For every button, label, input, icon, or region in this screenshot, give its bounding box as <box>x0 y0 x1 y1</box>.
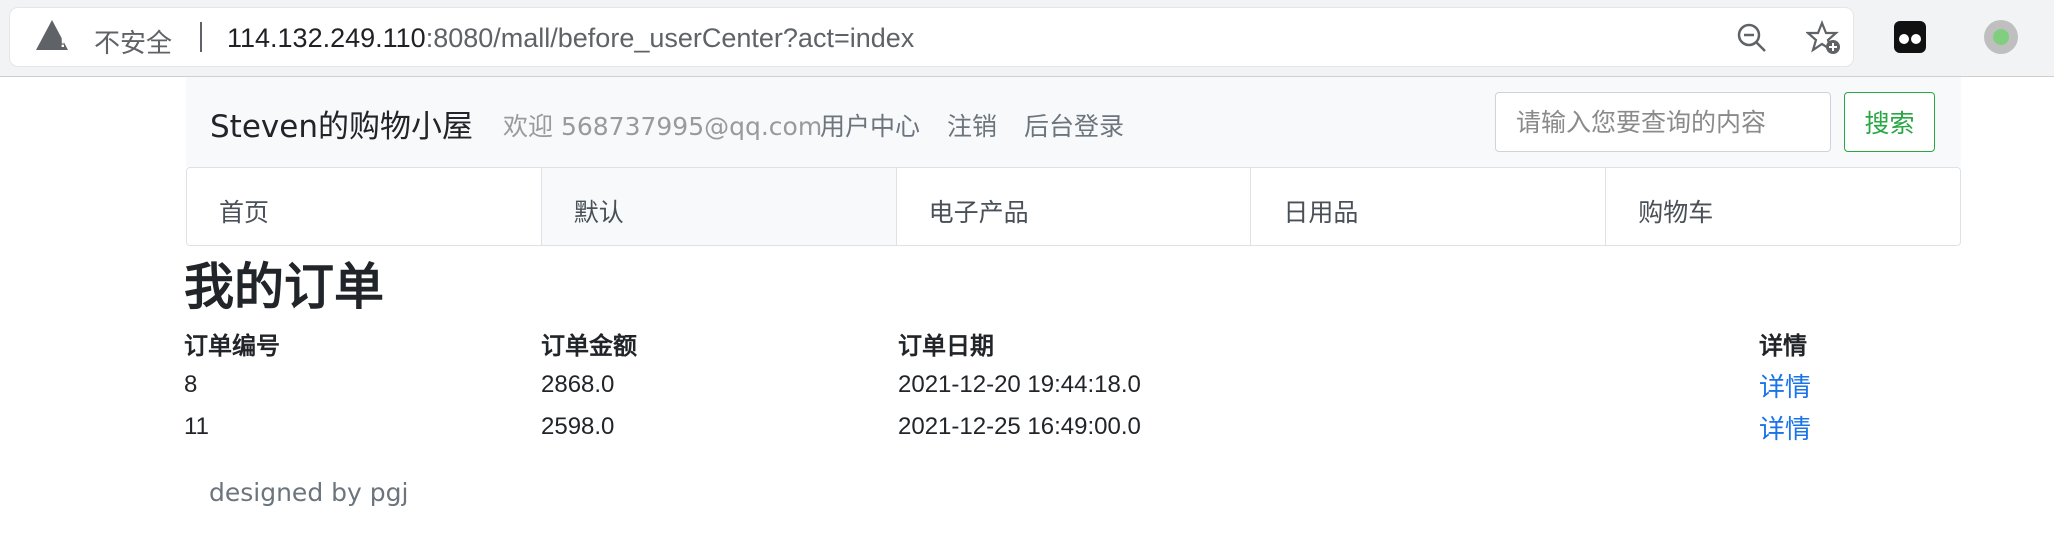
insecure-label[interactable]: 不安全 <box>94 23 172 60</box>
tab-cart[interactable]: 购物车 <box>1606 168 1960 245</box>
nav-logout[interactable]: 注销 <box>947 107 997 143</box>
bookmark-star-icon[interactable] <box>1806 20 1842 56</box>
extension-icon[interactable] <box>1894 21 1926 53</box>
welcome-text: 欢迎 568737995@qq.com <box>503 112 823 141</box>
site-navbar: Steven的购物小屋 欢迎 568737995@qq.com 用户中心 注销 … <box>186 77 1961 167</box>
tab-home[interactable]: 首页 <box>187 168 542 245</box>
url-path: :8080/mall/before_userCenter?act=index <box>425 23 915 53</box>
order-id: 11 <box>184 413 209 440</box>
order-id: 8 <box>184 371 198 398</box>
warning-icon-mark: ! <box>60 32 66 51</box>
column-header-date: 订单日期 <box>898 332 994 360</box>
order-amount: 2868.0 <box>541 371 615 398</box>
footer-credit: designed by pgj <box>209 478 409 507</box>
page-title: 我的订单 <box>184 258 384 316</box>
category-tabs: 首页 默认 电子产品 日用品 购物车 <box>186 167 1961 246</box>
orders-table: 订单编号 订单金额 订单日期 详情 8 2868.0 2021-12-20 19… <box>184 322 1884 448</box>
column-header-order-id: 订单编号 <box>184 332 280 360</box>
browser-toolbar: ! 不安全 114.132.249.110:8080/mall/before_u… <box>0 0 2054 77</box>
url-text[interactable]: 114.132.249.110:8080/mall/before_userCen… <box>227 23 914 54</box>
column-header-amount: 订单金额 <box>541 332 637 360</box>
table-header-row: 订单编号 订单金额 订单日期 详情 <box>184 322 1884 364</box>
order-amount: 2598.0 <box>541 413 615 440</box>
column-header-detail: 详情 <box>1759 332 1807 360</box>
table-row: 11 2598.0 2021-12-25 16:49:00.0 详情 <box>184 406 1884 448</box>
tab-electronics[interactable]: 电子产品 <box>897 168 1252 245</box>
profile-icon[interactable] <box>1984 20 2018 54</box>
zoom-out-icon[interactable] <box>1736 22 1768 54</box>
search-button[interactable]: 搜索 <box>1844 92 1935 152</box>
tab-daily-goods[interactable]: 日用品 <box>1251 168 1607 245</box>
nav-admin-login[interactable]: 后台登录 <box>1024 107 1124 143</box>
address-bar[interactable]: ! 不安全 114.132.249.110:8080/mall/before_u… <box>10 8 1853 66</box>
order-detail-link[interactable]: 详情 <box>1759 414 1811 444</box>
tab-default[interactable]: 默认 <box>541 168 897 245</box>
address-divider <box>200 22 202 52</box>
order-date: 2021-12-25 16:49:00.0 <box>898 413 1141 440</box>
order-detail-link[interactable]: 详情 <box>1759 372 1811 402</box>
url-host: 114.132.249.110 <box>227 23 426 53</box>
nav-user-center[interactable]: 用户中心 <box>820 107 920 143</box>
table-row: 8 2868.0 2021-12-20 19:44:18.0 详情 <box>184 364 1884 406</box>
brand-logo[interactable]: Steven的购物小屋 <box>210 101 473 146</box>
order-date: 2021-12-20 19:44:18.0 <box>898 371 1141 398</box>
search-input[interactable] <box>1495 92 1831 152</box>
